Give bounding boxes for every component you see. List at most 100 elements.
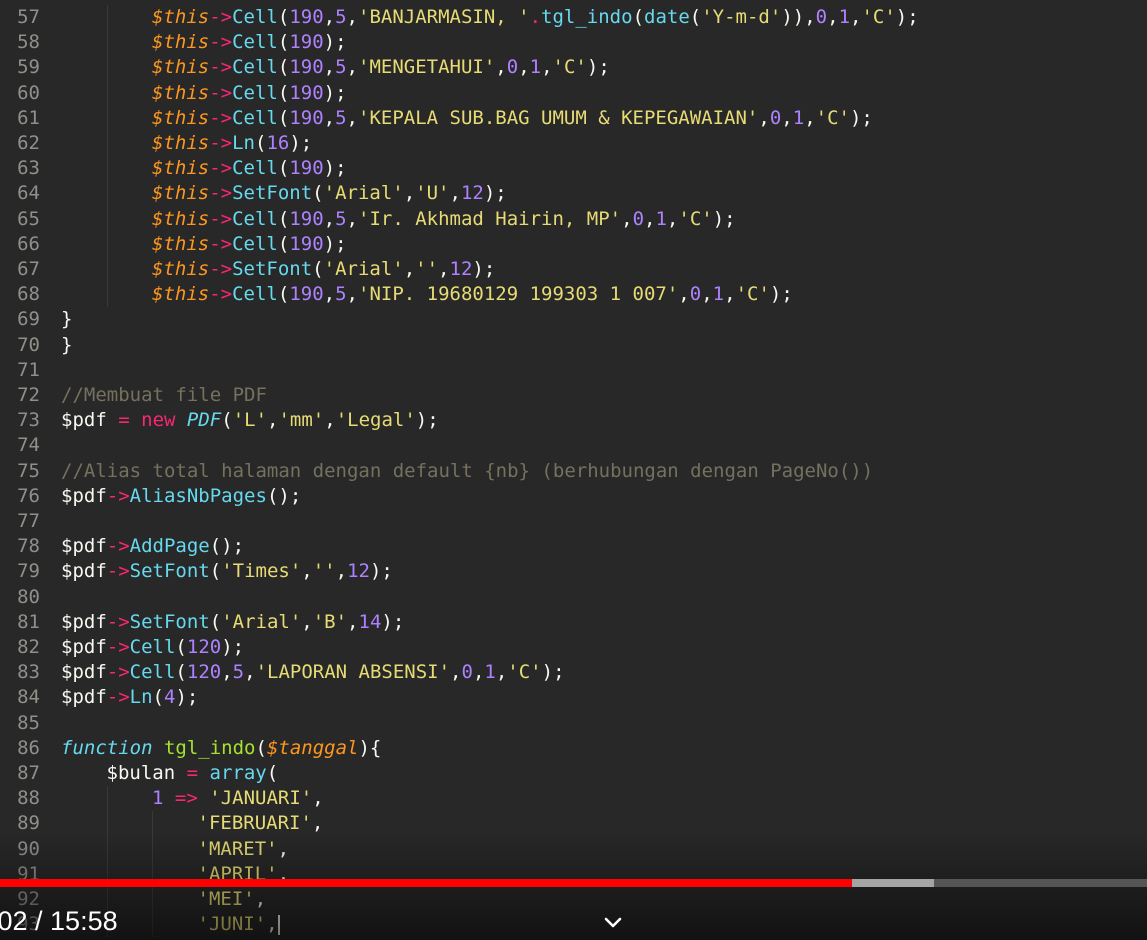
code-line[interactable]: 67 $this->SetFont('Arial','',12); bbox=[0, 257, 1147, 283]
code-token: 'C' bbox=[507, 661, 542, 684]
line-number: 72 bbox=[17, 384, 40, 406]
code-line[interactable]: 89 'FEBRUARI', bbox=[0, 811, 1147, 837]
indent-guide bbox=[106, 786, 108, 812]
code-token: ); bbox=[381, 610, 405, 633]
code-line[interactable]: 71 bbox=[0, 358, 1147, 383]
code-token: -> bbox=[209, 132, 233, 154]
code-token: = bbox=[186, 762, 199, 784]
code-token: Cell bbox=[232, 56, 278, 79]
code-token: $pdf bbox=[61, 409, 107, 432]
code-line[interactable]: 69} bbox=[0, 307, 1147, 332]
code-line[interactable]: 61 $this->Cell(190,5,'KEPALA SUB.BAG UMUM… bbox=[0, 105, 1147, 131]
code-line[interactable]: 77 bbox=[0, 509, 1147, 534]
code-token: , bbox=[324, 409, 336, 432]
code-token: 'L' bbox=[232, 409, 268, 432]
code-line[interactable]: 83 $pdf->Cell(120,5,'LAPORAN ABSENSI',0,1… bbox=[0, 660, 1147, 685]
code-token: $this bbox=[152, 56, 210, 79]
code-token: ); bbox=[472, 258, 496, 280]
code-line[interactable]: 93 'JUNI', bbox=[0, 912, 1147, 938]
code-token: 'JUNI' bbox=[197, 913, 267, 936]
code-line[interactable]: 85 bbox=[0, 711, 1147, 736]
code-token: , bbox=[346, 56, 358, 79]
line-number: 75 bbox=[17, 459, 40, 482]
code-token: , bbox=[827, 6, 839, 28]
code-token: , bbox=[621, 207, 633, 230]
code-line[interactable]: 88 1 => 'JANUARI', bbox=[0, 786, 1147, 812]
code-token: '' bbox=[415, 258, 439, 280]
code-token: Cell bbox=[232, 6, 278, 28]
code-token: ); bbox=[586, 56, 610, 79]
line-number: 82 bbox=[17, 636, 40, 658]
code-token: -> bbox=[209, 6, 233, 28]
code-line[interactable]: 74 bbox=[0, 433, 1147, 458]
code-token: )) bbox=[781, 6, 805, 28]
code-line[interactable]: 82 $pdf->Cell(120); bbox=[0, 635, 1147, 660]
code-line[interactable]: 68 $this->Cell(190,5,'NIP. 19680129 19930… bbox=[0, 282, 1147, 308]
code-token: 5 bbox=[335, 6, 347, 28]
code-token: $pdf bbox=[61, 484, 107, 507]
code-line[interactable]: 66 $this->Cell(190); bbox=[0, 231, 1147, 257]
code-token: $this bbox=[152, 132, 210, 154]
code-text: $pdf->AliasNbPages(); bbox=[61, 484, 301, 509]
code-token: 'NIP. 19680129 199303 1 007' bbox=[358, 283, 679, 306]
code-token: -> bbox=[209, 207, 233, 230]
code-line[interactable]: 65 $this->Cell(190,5,'Ir. Akhmad Hairin, … bbox=[0, 206, 1147, 232]
code-token: , bbox=[323, 56, 336, 79]
code-line[interactable]: 58 $this->Cell(190); bbox=[0, 30, 1147, 56]
code-text: $bulan = array( bbox=[107, 761, 279, 786]
indent-guide bbox=[106, 257, 108, 283]
line-number: 87 bbox=[17, 762, 40, 784]
code-token: $pdf bbox=[61, 661, 107, 684]
code-token: 190 bbox=[289, 283, 324, 306]
code-token: ( bbox=[277, 56, 290, 79]
line-number: 89 bbox=[17, 812, 40, 835]
code-token: 'C' bbox=[552, 56, 587, 79]
code-token: 190 bbox=[289, 81, 324, 104]
code-line[interactable]: 86 function tgl_indo($tanggal){ bbox=[0, 736, 1147, 761]
code-text: $this->Cell(190); bbox=[152, 156, 347, 181]
code-token: 0 bbox=[461, 661, 473, 684]
line-number: 65 bbox=[17, 207, 40, 230]
line-number: 81 bbox=[17, 610, 40, 633]
code-line[interactable]: 84 $pdf->Ln(4); bbox=[0, 685, 1147, 710]
code-token: PDF bbox=[186, 409, 222, 432]
code-editor[interactable]: 57 $this->Cell(190,5,'BANJARMASIN, '.tgl_… bbox=[0, 0, 1147, 940]
code-line[interactable]: 75 //Alias total halaman dengan default {… bbox=[0, 459, 1147, 484]
code-line[interactable]: 73 $pdf = new PDF('L','mm','Legal'); bbox=[0, 408, 1147, 433]
video-progress-bar[interactable] bbox=[0, 879, 1147, 887]
code-line[interactable]: 81 $pdf->SetFont('Arial','B',14); bbox=[0, 610, 1147, 635]
code-line[interactable]: 78 $pdf->AddPage(); bbox=[0, 534, 1147, 559]
code-line[interactable]: 63 $this->Cell(190); bbox=[0, 156, 1147, 182]
code-line[interactable]: 57 $this->Cell(190,5,'BANJARMASIN, '.tgl_… bbox=[0, 5, 1147, 31]
code-line[interactable]: 64 $this->SetFont('Arial','U',12); bbox=[0, 181, 1147, 207]
code-line[interactable]: 70} bbox=[0, 333, 1147, 358]
code-line[interactable]: 87 $bulan = array( bbox=[0, 761, 1147, 786]
code-line[interactable]: 72 //Membuat file PDF bbox=[0, 383, 1147, 408]
code-token: ( bbox=[277, 207, 290, 230]
code-token: ( bbox=[277, 6, 290, 28]
code-token: 190 bbox=[289, 232, 324, 255]
code-token: 'FEBRUARI' bbox=[197, 812, 312, 835]
line-number: 86 bbox=[17, 736, 40, 759]
code-text: $this->SetFont('Arial','',12); bbox=[152, 257, 495, 282]
code-token: , bbox=[312, 787, 324, 810]
code-line[interactable]: 76 $pdf->AliasNbPages(); bbox=[0, 484, 1147, 509]
code-line[interactable]: 92 'MEI', bbox=[0, 887, 1147, 913]
line-number: 79 bbox=[17, 560, 40, 583]
code-token: Cell bbox=[129, 636, 176, 658]
code-line[interactable]: 62 $this->Ln(16); bbox=[0, 131, 1147, 157]
code-token: 5 bbox=[232, 661, 245, 684]
code-line[interactable]: 60 $this->Cell(190); bbox=[0, 80, 1147, 106]
code-line[interactable]: 90 'MARET', bbox=[0, 836, 1147, 862]
code-line[interactable]: 59 $this->Cell(190,5,'MENGETAHUI',0,1,'C'… bbox=[0, 55, 1147, 81]
code-text: $this->Cell(190,5,'KEPALA SUB.BAG UMUM &… bbox=[152, 106, 873, 131]
code-token: 'Arial' bbox=[323, 182, 404, 205]
code-line[interactable]: 79 $pdf->SetFont('Times','',12); bbox=[0, 559, 1147, 584]
code-line[interactable]: 80 bbox=[0, 585, 1147, 610]
code-token: , bbox=[403, 258, 416, 280]
chevron-down-icon[interactable] bbox=[600, 910, 626, 936]
code-token: , bbox=[347, 610, 359, 633]
code-text: $this->Cell(190,5,'BANJARMASIN, '.tgl_in… bbox=[152, 5, 919, 30]
